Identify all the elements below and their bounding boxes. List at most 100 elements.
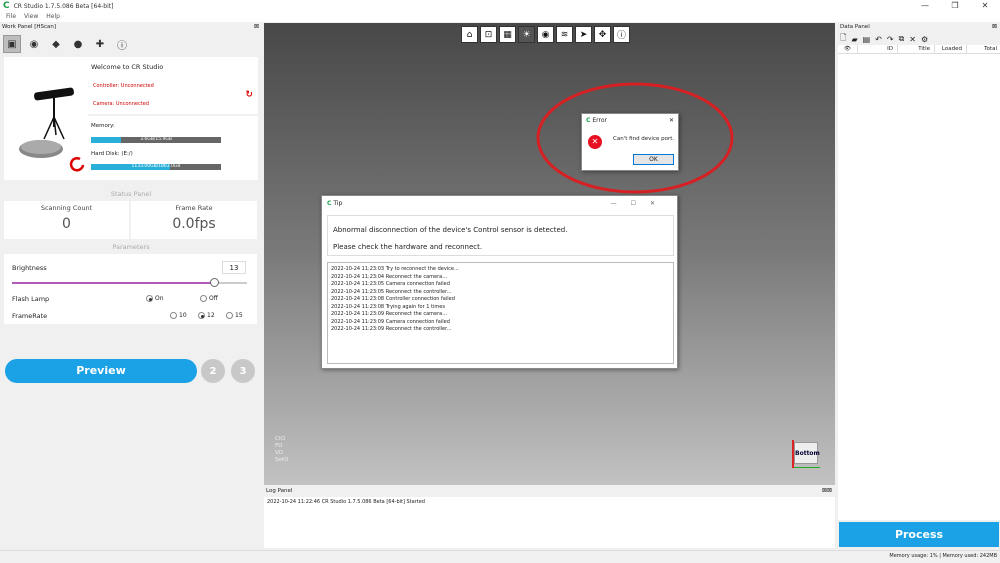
- storage-box: Memory: 3.6GB/15.9GB Hard Disk: (E:/) 11…: [88, 116, 258, 180]
- window-title: CR Studio 1.7.5.086 Beta [64-bit]: [13, 2, 114, 10]
- open-folder-icon[interactable]: ▰: [851, 35, 857, 44]
- reconnect-icon[interactable]: ↻: [245, 90, 253, 100]
- col-title[interactable]: Title: [898, 45, 935, 53]
- data-panel-title: Data Panel: [838, 23, 1000, 32]
- scanning-count-box: Scanning Count 0: [4, 201, 129, 239]
- info-icon[interactable]: ⓘ: [113, 35, 131, 53]
- scanner-illustration: [19, 87, 85, 172]
- col-id[interactable]: ID: [858, 45, 898, 53]
- framerate-15-radio[interactable]: 15: [226, 312, 243, 319]
- data-panel-toolbar: 🗋 ▰ ▤ ↶ ↷ ⧉ ✕ ⚙: [840, 33, 1000, 45]
- tip-line-2: Please check the hardware and reconnect.: [333, 243, 483, 251]
- tip-log-line: 2022-10-24 11:23:05 Reconnect the contro…: [331, 288, 452, 295]
- restore-button[interactable]: ❐: [940, 0, 970, 12]
- log-panel-content: 2022-10-24 11:22:46 CR Studio 1.7.5.086 …: [264, 497, 835, 548]
- parameters-heading: Parameters: [112, 243, 150, 251]
- move-icon[interactable]: ✥: [594, 26, 611, 43]
- brightness-label: Brightness: [12, 264, 47, 272]
- tip-log-line: 2022-10-24 11:23:08 Controller connectio…: [331, 296, 455, 302]
- delete-icon[interactable]: ✕: [909, 35, 916, 44]
- copy-icon[interactable]: ⧉: [899, 34, 905, 44]
- home-icon[interactable]: ⌂: [461, 26, 478, 43]
- tip-dialog: C Tip —☐✕ Abnormal disconnection of the …: [321, 195, 678, 369]
- flash-off-radio[interactable]: Off: [200, 295, 218, 302]
- sphere-icon[interactable]: ●: [69, 35, 87, 53]
- tip-logo-icon: C: [327, 200, 332, 207]
- tip-log-line: 2022-10-24 11:23:09 Reconnect the camera…: [331, 311, 447, 317]
- cube-icon[interactable]: ▣: [3, 35, 21, 53]
- brightness-slider[interactable]: [12, 278, 247, 287]
- memory-bar: 3.6GB/15.9GB: [91, 137, 221, 143]
- orientation-cube[interactable]: Bottom: [792, 440, 820, 468]
- minimize-button[interactable]: —: [910, 0, 940, 12]
- col-visible[interactable]: 👁: [838, 45, 858, 53]
- app-logo: C: [3, 1, 10, 11]
- view-eye-icon[interactable]: ◉: [537, 26, 554, 43]
- framerate-12-radio[interactable]: 12: [198, 312, 215, 319]
- view-info-icon[interactable]: ⓘ: [613, 26, 630, 43]
- puzzle-icon[interactable]: ✚: [91, 35, 109, 53]
- tip-log-list[interactable]: 2022-10-24 11:23:03 Try to reconnect the…: [327, 262, 674, 364]
- data-panel-close-icon[interactable]: ⊠: [992, 23, 997, 30]
- menu-view[interactable]: View: [24, 12, 38, 22]
- save-icon[interactable]: ▤: [863, 35, 871, 44]
- box-icon[interactable]: ◆: [47, 35, 65, 53]
- flash-lamp-label: Flash Lamp: [12, 295, 50, 303]
- viewport-overlay: CtO FO VO SetO: [275, 436, 289, 463]
- menu-file[interactable]: File: [6, 12, 16, 22]
- layers-icon[interactable]: ≋: [556, 26, 573, 43]
- frame-rate-box: Frame Rate 0.0fps: [131, 201, 257, 239]
- menu-help[interactable]: Help: [46, 12, 60, 22]
- disk-label: Hard Disk: (E:/): [91, 151, 133, 157]
- status-panel-heading: Status Panel: [110, 190, 152, 198]
- device-image: [4, 57, 88, 180]
- pointer-icon[interactable]: ➤: [575, 26, 592, 43]
- framerate-10-radio[interactable]: 10: [170, 312, 187, 319]
- connection-box: Welcome to CR Studio Controller: Unconne…: [88, 57, 258, 114]
- new-file-icon[interactable]: 🗋: [840, 32, 846, 46]
- disk-bar: 1133.00GB/1863.0GB: [91, 164, 221, 170]
- close-window-button[interactable]: ✕: [970, 0, 1000, 12]
- preview-button[interactable]: Preview: [5, 359, 197, 383]
- redo-icon[interactable]: ↷: [887, 35, 894, 44]
- tip-message-box: Abnormal disconnection of the device's C…: [327, 215, 674, 256]
- tip-log-line: 2022-10-24 11:23:04 Reconnect the camera…: [331, 273, 447, 280]
- eye-icon[interactable]: ◉: [25, 35, 43, 53]
- tip-log-line: 2022-10-24 11:23:08 Trying again for 1 t…: [331, 303, 445, 310]
- process-button[interactable]: Process: [839, 522, 999, 547]
- tip-log-line: 2022-10-24 11:23:09 Camera connection fa…: [331, 318, 450, 325]
- light-bulb-icon[interactable]: ☀: [518, 26, 535, 43]
- log-entry: 2022-10-24 11:22:46 CR Studio 1.7.5.086 …: [267, 499, 425, 505]
- brightness-slider-handle[interactable]: [210, 278, 220, 287]
- frame-rate-value: 0.0fps: [172, 216, 216, 232]
- data-panel-header: Data Panel ⊠: [838, 23, 1000, 32]
- scanning-count-label: Scanning Count: [40, 204, 93, 212]
- flash-on-radio[interactable]: On: [146, 295, 164, 302]
- data-table-header: 👁 ID Title Loaded Total: [838, 45, 1000, 54]
- controller-status: Controller: Unconnected: [93, 83, 154, 89]
- tip-line-1: Abnormal disconnection of the device's C…: [333, 226, 568, 234]
- tip-dialog-titlebar: C Tip —☐✕: [322, 196, 677, 211]
- memory-value: 3.6GB/15.9GB: [140, 137, 172, 142]
- parameters-box: Brightness 13 Flash Lamp On Off FrameRat…: [4, 254, 257, 324]
- view-toolbar: ⌂ ⊡ ▦ ☀ ◉ ≋ ➤ ✥ ⓘ: [461, 26, 630, 43]
- tip-window-controls[interactable]: —☐✕: [611, 196, 669, 211]
- settings-gear-icon[interactable]: ⚙: [921, 35, 928, 44]
- data-table: 👁 ID Title Loaded Total: [838, 45, 1000, 520]
- undo-icon[interactable]: ↶: [875, 35, 882, 44]
- brightness-value[interactable]: 13: [222, 261, 246, 274]
- work-panel-close-icon[interactable]: ⊠: [254, 23, 259, 30]
- work-panel-title: Work Panel [HScan]: [0, 23, 262, 32]
- step-2-button[interactable]: 2: [201, 359, 225, 383]
- step-3-button[interactable]: 3: [231, 359, 255, 383]
- title-bar: C CR Studio 1.7.5.086 Beta [64-bit] — ❐ …: [0, 0, 1000, 12]
- col-loaded[interactable]: Loaded: [935, 45, 967, 53]
- log-panel-close-icon[interactable]: ⊠⊠: [822, 487, 832, 494]
- work-panel-header: Work Panel [HScan] ⊠: [0, 23, 262, 33]
- frame-rate-label: Frame Rate: [175, 204, 213, 212]
- disk-value: 1133.00GB/1863.0GB: [131, 164, 181, 169]
- col-total[interactable]: Total: [967, 45, 1000, 53]
- grid-icon[interactable]: ▦: [499, 26, 516, 43]
- fit-view-icon[interactable]: ⊡: [480, 26, 497, 43]
- camera-status: Camera: Unconnected: [93, 101, 149, 107]
